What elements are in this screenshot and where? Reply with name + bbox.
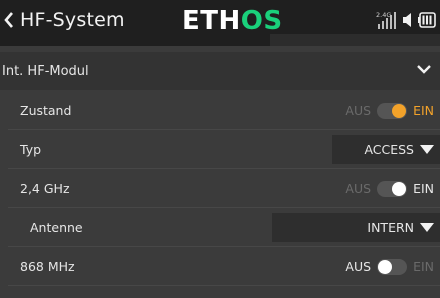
header-strip: [270, 34, 440, 46]
toggle-switch[interactable]: [377, 102, 408, 119]
row-zustand: Zustand AUS EIN: [8, 92, 440, 130]
antenne-select[interactable]: INTERN: [272, 213, 440, 242]
section-int-hf-modul[interactable]: Int. HF-Modul: [0, 52, 440, 90]
toggle-knob: [378, 259, 393, 274]
row-label: Typ: [20, 142, 42, 157]
toggle-off-label: AUS: [345, 259, 372, 274]
toggle-off-label: AUS: [345, 103, 372, 118]
select-value: INTERN: [367, 220, 414, 235]
toggle-on-label: EIN: [413, 259, 434, 274]
brand-text-eth: ETH: [182, 6, 241, 36]
row-antenne: Antenne INTERN: [8, 209, 440, 247]
row-label: 868 MHz: [20, 259, 75, 274]
brand-logo: ETHOS: [182, 7, 283, 35]
toggle-off-label: AUS: [345, 181, 372, 196]
caret-down-icon: [420, 145, 434, 154]
toggle-switch[interactable]: [377, 180, 408, 197]
toggle-knob: [392, 103, 407, 118]
brand-text-os: OS: [240, 6, 283, 36]
select-value: ACCESS: [364, 142, 414, 157]
row-label: 2,4 GHz: [20, 181, 70, 196]
zustand-toggle[interactable]: AUS EIN: [345, 92, 434, 129]
row-868-mhz: 868 MHz AUS EIN: [8, 248, 440, 286]
header-bar: HF-System ETHOS 2.4G: [0, 0, 440, 46]
toggle-on-label: EIN: [413, 181, 434, 196]
back-arrow-icon: [4, 12, 13, 28]
row-typ: Typ ACCESS: [8, 131, 440, 169]
screen: HF-System ETHOS 2.4G Int. HF-Modul Zusta…: [0, 0, 440, 298]
toggle-knob: [392, 181, 407, 196]
ghz24-toggle[interactable]: AUS EIN: [345, 170, 434, 207]
row-2-4-ghz: 2,4 GHz AUS EIN: [8, 170, 440, 208]
mhz868-toggle[interactable]: AUS EIN: [345, 248, 434, 285]
chevron-down-icon[interactable]: [416, 63, 432, 75]
typ-select[interactable]: ACCESS: [332, 135, 440, 164]
volume-icon[interactable]: [402, 12, 414, 28]
section-label: Int. HF-Modul: [2, 63, 89, 79]
row-label: Antenne: [30, 220, 83, 235]
toggle-switch[interactable]: [377, 258, 408, 275]
row-label: Zustand: [20, 103, 72, 118]
status-icons: 2.4G: [376, 10, 436, 30]
page-title: HF-System: [20, 9, 125, 31]
battery-icon: [418, 12, 436, 28]
rf-band-label: 2.4G: [376, 11, 391, 19]
caret-down-icon: [420, 223, 434, 232]
signal-icon: 2.4G: [376, 11, 396, 29]
back-button[interactable]: HF-System: [4, 9, 125, 31]
toggle-on-label: EIN: [413, 103, 434, 118]
